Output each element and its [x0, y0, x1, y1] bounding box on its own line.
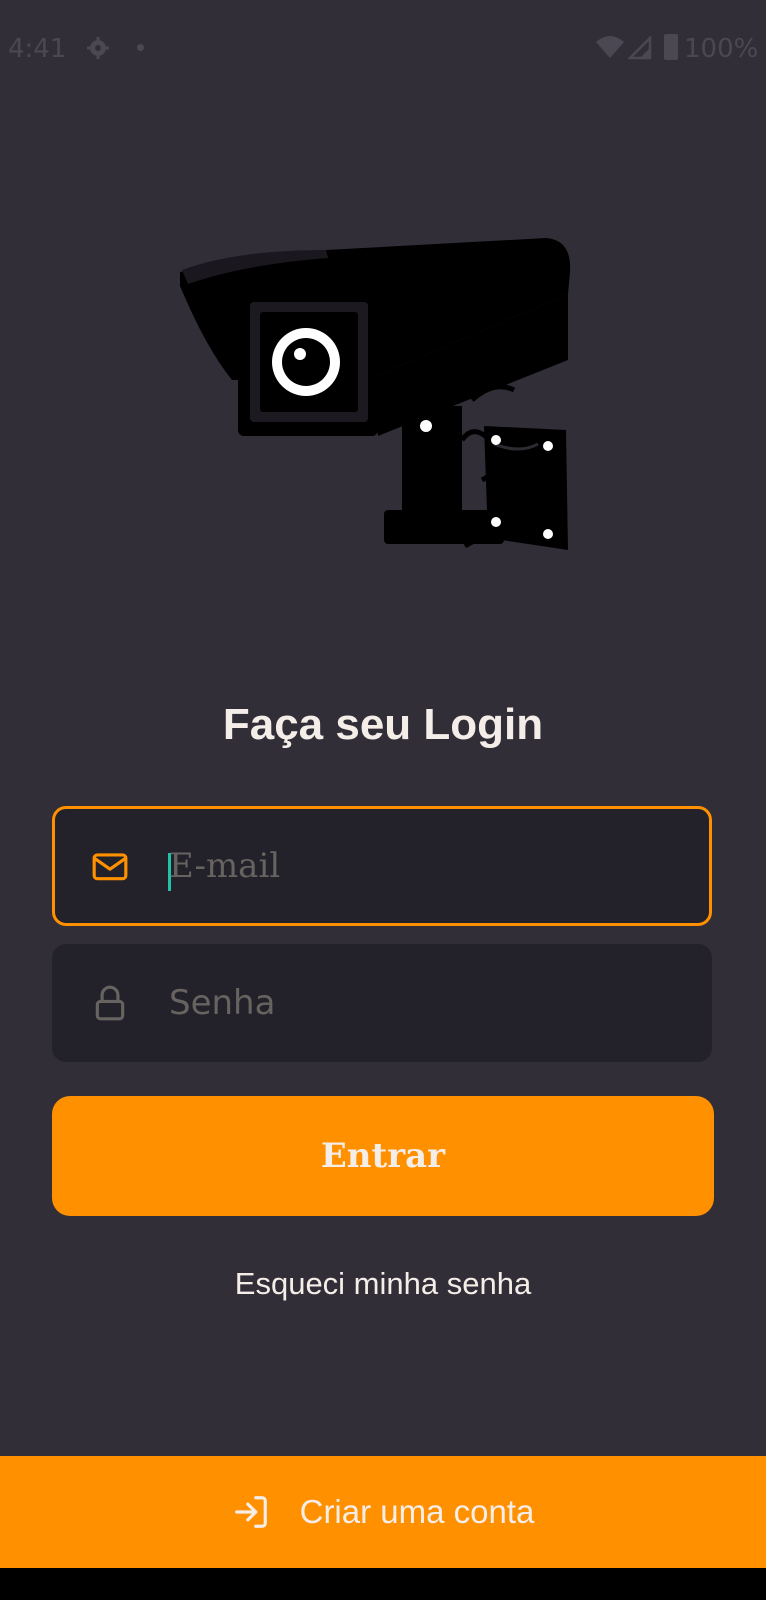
forgot-password-link[interactable]: Esqueci minha senha — [0, 1266, 766, 1302]
status-time: 4:41 — [8, 34, 67, 64]
login-button[interactable]: Entrar — [52, 1096, 714, 1216]
battery-icon — [664, 34, 678, 60]
mail-icon — [92, 853, 128, 881]
create-account-label: Criar uma conta — [299, 1493, 535, 1530]
security-camera-logo — [180, 238, 571, 550]
page-title: Faça seu Login — [222, 700, 544, 749]
settings-icon — [87, 37, 109, 59]
navigation-bar — [0, 1568, 766, 1600]
notification-dot-icon — [137, 44, 144, 51]
battery-level: 100% — [684, 34, 759, 64]
signal-icon — [628, 36, 652, 60]
email-input[interactable] — [169, 809, 689, 923]
wifi-icon — [596, 36, 624, 58]
password-input[interactable] — [169, 947, 689, 1059]
create-account-button[interactable]: Criar uma conta — [0, 1456, 766, 1568]
lock-icon — [95, 985, 125, 1021]
email-field[interactable] — [52, 806, 712, 926]
log-in-icon — [234, 1496, 267, 1528]
status-bar: 4:41 100% — [0, 0, 766, 96]
password-field[interactable] — [52, 944, 712, 1062]
